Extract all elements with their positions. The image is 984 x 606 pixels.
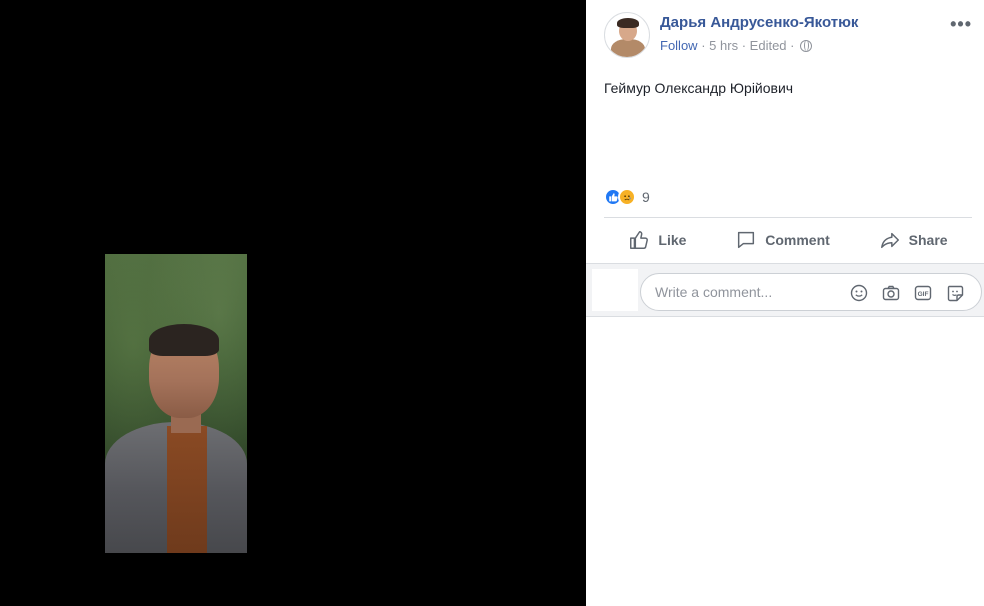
- follow-link[interactable]: Follow: [660, 38, 698, 53]
- gif-icon[interactable]: GIF: [913, 283, 933, 303]
- avatar-hair: [617, 18, 639, 28]
- current-user-avatar: [592, 269, 638, 311]
- photo-person-hair: [149, 324, 219, 356]
- comment-input[interactable]: [655, 284, 845, 300]
- thumbs-up-icon: [630, 231, 649, 249]
- post-photo[interactable]: [105, 254, 247, 553]
- avatar-coat: [611, 39, 645, 57]
- globe-icon[interactable]: [800, 40, 813, 52]
- reaction-count[interactable]: 9: [642, 189, 650, 205]
- edited-label[interactable]: Edited: [750, 38, 787, 53]
- post-actions: Like Comment Share: [604, 222, 972, 258]
- post-time[interactable]: 5 hrs: [709, 38, 738, 53]
- more-options-icon[interactable]: •••: [950, 14, 972, 35]
- comment-label: Comment: [765, 232, 830, 248]
- photo-person-shirt: [167, 426, 207, 553]
- comment-button[interactable]: Comment: [735, 229, 830, 251]
- camera-icon[interactable]: [881, 283, 901, 303]
- author-avatar[interactable]: [604, 12, 650, 58]
- comment-input-icons: GIF: [849, 283, 965, 303]
- sad-reaction-icon: [618, 188, 636, 206]
- meta-separator: ·: [741, 38, 747, 53]
- like-label: Like: [658, 232, 687, 248]
- reactions-summary[interactable]: 9: [604, 187, 650, 207]
- author-name[interactable]: Дарья Андрусенко-Якотюк: [660, 14, 858, 31]
- comment-input-container[interactable]: GIF: [640, 273, 982, 311]
- comment-composer: GIF: [586, 263, 984, 317]
- post-text: Геймур Олександр Юрійович: [604, 80, 794, 96]
- meta-separator: ·: [790, 38, 795, 53]
- share-label: Share: [908, 232, 948, 248]
- emoji-icon[interactable]: [849, 283, 869, 303]
- share-icon: [880, 232, 899, 249]
- post-header: Дарья Андрусенко-Якотюк Follow · 5 hrs ·…: [604, 12, 974, 60]
- share-button[interactable]: Share: [879, 229, 948, 251]
- divider: [604, 217, 972, 218]
- svg-text:GIF: GIF: [918, 291, 929, 298]
- sticker-icon[interactable]: [945, 283, 965, 303]
- comment-icon: [738, 231, 755, 249]
- photo-viewer[interactable]: [0, 0, 586, 606]
- post-meta: Follow · 5 hrs · Edited ·: [660, 38, 813, 53]
- meta-separator: ·: [701, 38, 706, 53]
- post-sidebar: Дарья Андрусенко-Якотюк Follow · 5 hrs ·…: [586, 0, 984, 606]
- like-button[interactable]: Like: [628, 229, 686, 251]
